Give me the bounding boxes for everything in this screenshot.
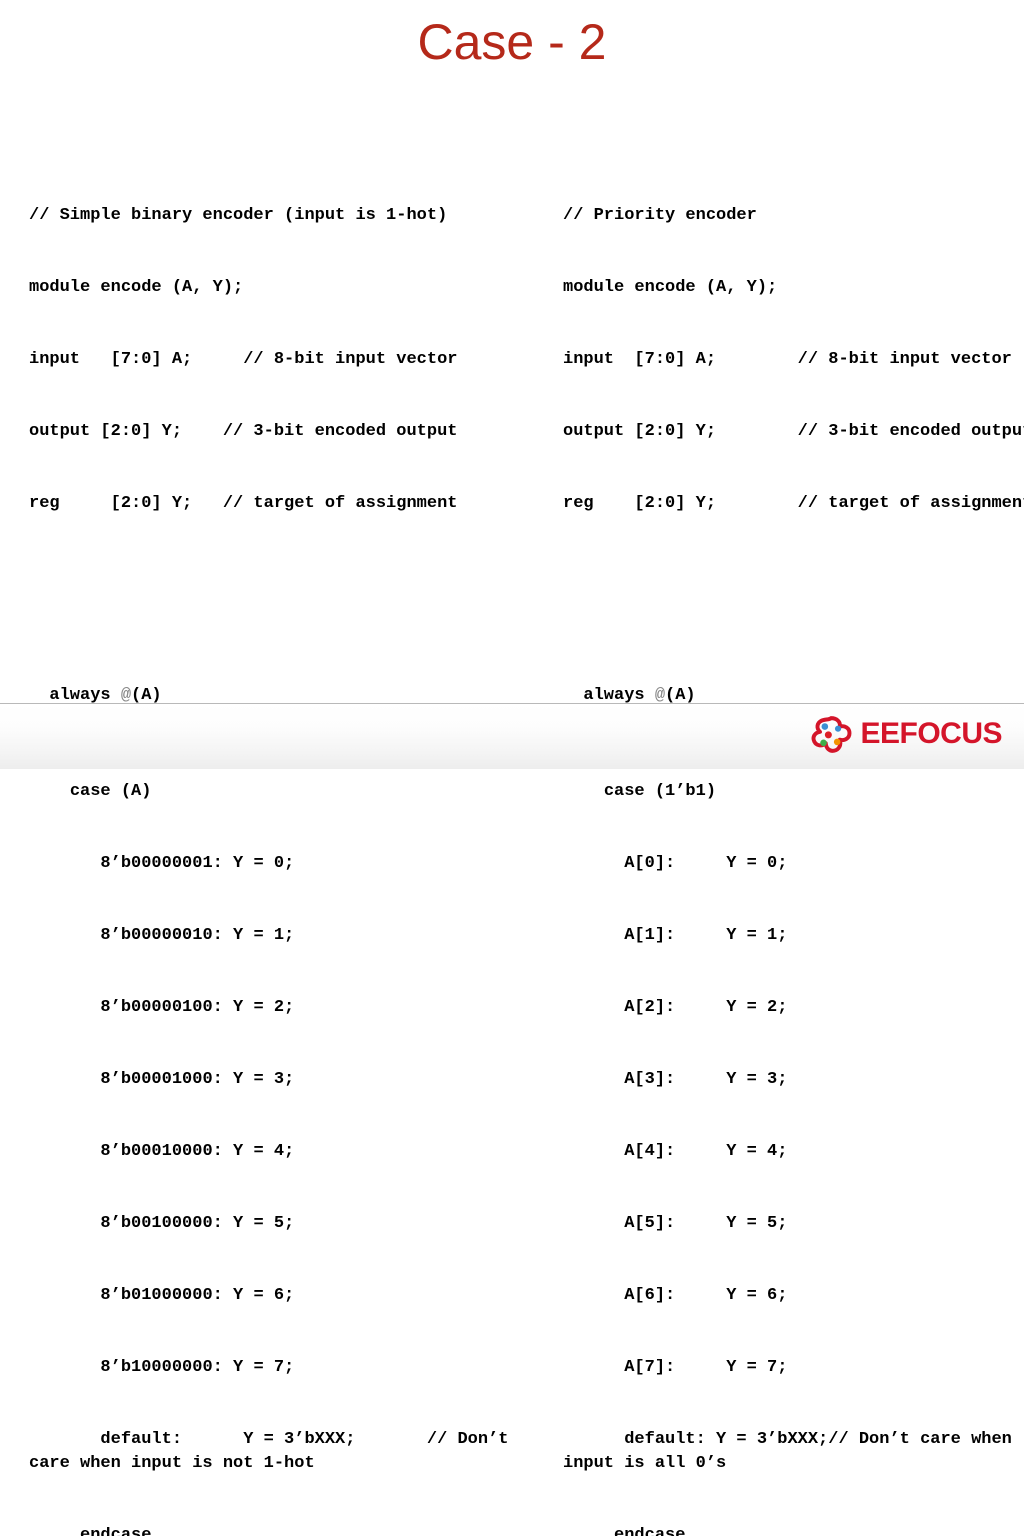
code-body-right-8: A[7]: Y = 7; (563, 1358, 788, 1377)
atom-flower-icon (812, 716, 852, 753)
code-body-left-3: 8’b00000100: Y = 2; (29, 998, 295, 1017)
code-body-right-4: A[3]: Y = 3; (563, 1070, 788, 1089)
code-column-priority-encoder: // Priority encoder module encode (A, Y)… (563, 132, 1024, 1536)
code-header-right-2: input [7:0] A; // 8-bit input vector (563, 350, 1012, 369)
code-blank-line-left (29, 588, 529, 612)
code-body-right-6: A[5]: Y = 5; (563, 1214, 788, 1233)
logo-dot-orange (834, 738, 841, 746)
code-column-simple-binary-encoder: // Simple binary encoder (input is 1-hot… (29, 132, 529, 1536)
code-body-left-2: 8’b00000010: Y = 1; (29, 926, 295, 945)
brand-logo: EEFOCUS (809, 710, 1002, 758)
logo-dot-green (820, 739, 828, 747)
code-header-right-1: module encode (A, Y); (563, 278, 778, 297)
logo-dot-red (825, 731, 833, 739)
code-body-right-10: endcase (563, 1526, 686, 1536)
code-body-left-8: 8’b10000000: Y = 7; (29, 1358, 295, 1377)
code-header-left-3: output [2:0] Y; // 3-bit encoded output (29, 422, 458, 441)
code-header-left-0: // Simple binary encoder (input is 1-hot… (29, 206, 448, 225)
code-body-right-2: A[1]: Y = 1; (563, 926, 788, 945)
code-header-right-3: output [2:0] Y; // 3-bit encoded output (563, 422, 1024, 441)
code-header-left-1: module encode (A, Y); (29, 278, 244, 297)
code-body-right-0: case (1’b1) (563, 782, 717, 801)
code-body-left-10: endcase (29, 1526, 152, 1536)
code-body-right-9: default: Y = 3’bXXX;// Don’t care when i… (563, 1430, 1023, 1473)
code-body-left-6: 8’b00100000: Y = 5; (29, 1214, 295, 1233)
code-body-right-7: A[6]: Y = 6; (563, 1286, 788, 1305)
code-header-left-2: input [7:0] A; // 8-bit input vector (29, 350, 458, 369)
code-body-right-5: A[4]: Y = 4; (563, 1142, 788, 1161)
code-header-right-4: reg [2:0] Y; // target of assignment (563, 494, 1024, 513)
brand-wordmark: EEFOCUS (860, 717, 1002, 750)
code-body-right-3: A[2]: Y = 2; (563, 998, 788, 1017)
code-blank-line-right (563, 588, 1024, 612)
code-body-right-1: A[0]: Y = 0; (563, 854, 788, 873)
logo-dot-blue-2 (835, 725, 842, 732)
code-header-right-0: // Priority encoder (563, 206, 757, 225)
code-body-left-9: default: Y = 3’bXXX; // Don’t care when … (29, 1430, 519, 1473)
code-body-left-7: 8’b01000000: Y = 6; (29, 1286, 295, 1305)
logo-dot-blue (822, 723, 829, 730)
code-body-left-1: 8’b00000001: Y = 0; (29, 854, 295, 873)
code-body-left-0: case (A) (29, 782, 152, 801)
code-body-left-5: 8’b00010000: Y = 4; (29, 1142, 295, 1161)
code-listing-area: // Simple binary encoder (input is 1-hot… (0, 132, 1024, 1536)
code-body-left-4: 8’b00001000: Y = 3; (29, 1070, 295, 1089)
page-title: Case - 2 (417, 14, 607, 70)
code-header-left-4: reg [2:0] Y; // target of assignment (29, 494, 458, 513)
